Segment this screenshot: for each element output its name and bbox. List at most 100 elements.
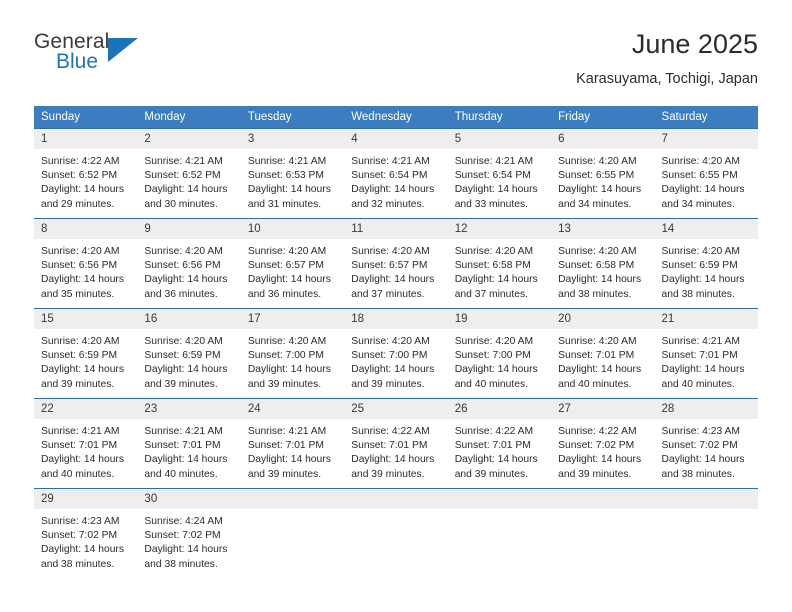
sunset-text: Sunset: 6:55 PM	[558, 170, 635, 182]
sunset-text: Sunset: 6:52 PM	[144, 170, 221, 182]
daylight-text: Daylight: 14 hours and 39 minutes.	[144, 364, 228, 390]
calendar-day-cell[interactable]: 13 Sunrise: 4:20 AM Sunset: 6:58 PM Dayligh…	[551, 218, 655, 309]
sunset-text: Sunset: 7:01 PM	[454, 440, 531, 452]
day-details: Sunrise: 4:21 AM Sunset: 6:54 PM Daylight:…	[448, 149, 551, 212]
daylight-text: Daylight: 14 hours and 37 minutes.	[351, 274, 435, 300]
sunset-text: Sunset: 7:02 PM	[41, 530, 118, 542]
sunrise-text: Sunrise: 4:20 AM	[144, 246, 223, 257]
day-number: 15	[34, 309, 138, 329]
calendar-day-cell[interactable]: 9 Sunrise: 4:20 AM Sunset: 6:56 PM Daylight…	[137, 218, 241, 309]
day-details: Sunrise: 4:20 AM Sunset: 6:59 PM Daylight:…	[655, 239, 758, 302]
day-number: 26	[447, 399, 552, 419]
calendar-empty-cell	[551, 488, 655, 573]
calendar-day-cell[interactable]: 29 Sunrise: 4:23 AM Sunset: 7:02 PM Dayligh…	[34, 488, 138, 573]
sunset-text: Sunset: 7:00 PM	[454, 350, 531, 362]
calendar-day-cell[interactable]: 20 Sunrise: 4:20 AM Sunset: 7:01 PM Dayligh…	[551, 308, 655, 399]
day-details: Sunrise: 4:21 AM Sunset: 6:53 PM Daylight:…	[241, 149, 344, 212]
weekday-header-wednesday: Wednesday	[344, 106, 448, 129]
daylight-text: Daylight: 14 hours and 38 minutes.	[41, 544, 124, 570]
day-details: Sunrise: 4:20 AM Sunset: 6:57 PM Daylight:…	[241, 239, 344, 302]
daylight-text: Daylight: 14 hours and 36 minutes.	[247, 274, 331, 300]
calendar-day-cell[interactable]: 15 Sunrise: 4:20 AM Sunset: 6:59 PM Dayligh…	[34, 308, 138, 399]
sunrise-text: Sunrise: 4:21 AM	[351, 156, 430, 167]
sunset-text: Sunset: 6:58 PM	[558, 260, 635, 272]
day-number: 23	[137, 399, 241, 419]
day-details: Sunrise: 4:20 AM Sunset: 7:00 PM Daylight:…	[448, 329, 551, 392]
sunrise-text: Sunrise: 4:22 AM	[558, 426, 637, 437]
logo-text-blue: Blue	[56, 50, 99, 73]
calendar-day-cell[interactable]: 16 Sunrise: 4:20 AM Sunset: 6:59 PM Dayligh…	[137, 308, 241, 399]
day-number: 14	[654, 219, 758, 239]
day-details: Sunrise: 4:20 AM Sunset: 7:00 PM Daylight:…	[344, 329, 447, 392]
sunrise-text: Sunrise: 4:24 AM	[144, 516, 223, 527]
daylight-text: Daylight: 14 hours and 30 minutes.	[144, 184, 228, 210]
daylight-text: Daylight: 14 hours and 40 minutes.	[558, 364, 642, 390]
day-details: Sunrise: 4:20 AM Sunset: 7:01 PM Daylight:…	[551, 329, 654, 392]
calendar-day-cell[interactable]: 11 Sunrise: 4:20 AM Sunset: 6:57 PM Dayligh…	[344, 218, 448, 309]
sunrise-sunset-calendar: Sunday Monday Tuesday Wednesday Thursday…	[34, 106, 758, 573]
weekday-header-saturday: Saturday	[654, 106, 758, 129]
sunrise-text: Sunrise: 4:20 AM	[247, 336, 327, 347]
calendar-day-cell[interactable]: 25 Sunrise: 4:22 AM Sunset: 7:01 PM Dayligh…	[344, 398, 448, 489]
day-number: 6	[551, 129, 655, 149]
day-number: 17	[240, 309, 345, 329]
calendar-day-cell[interactable]: 8 Sunrise: 4:20 AM Sunset: 6:56 PM Daylight…	[34, 218, 138, 309]
sunrise-text: Sunrise: 4:20 AM	[41, 336, 120, 347]
sunset-text: Sunset: 7:02 PM	[661, 440, 738, 452]
sunset-text: Sunset: 6:56 PM	[41, 260, 118, 272]
day-details: Sunrise: 4:21 AM Sunset: 7:01 PM Daylight:…	[655, 329, 758, 392]
daylight-text: Daylight: 14 hours and 39 minutes.	[247, 364, 331, 390]
day-number: 27	[551, 399, 655, 419]
calendar-day-cell[interactable]: 4 Sunrise: 4:21 AM Sunset: 6:54 PM Daylight…	[344, 128, 448, 219]
calendar-day-cell[interactable]: 6 Sunrise: 4:20 AM Sunset: 6:55 PM Daylight…	[551, 128, 655, 219]
sunrise-text: Sunrise: 4:20 AM	[558, 246, 637, 257]
calendar-day-cell[interactable]: 28 Sunrise: 4:23 AM Sunset: 7:02 PM Dayligh…	[654, 398, 758, 489]
calendar-day-cell[interactable]: 26 Sunrise: 4:22 AM Sunset: 7:01 PM Dayligh…	[447, 398, 552, 489]
calendar-day-cell[interactable]: 22 Sunrise: 4:21 AM Sunset: 7:01 PM Dayligh…	[34, 398, 138, 489]
sunset-text: Sunset: 6:59 PM	[661, 260, 738, 272]
day-number: 19	[447, 309, 552, 329]
calendar-day-cell[interactable]: 24 Sunrise: 4:21 AM Sunset: 7:01 PM Dayligh…	[240, 398, 345, 489]
day-number	[344, 489, 448, 509]
sunset-text: Sunset: 7:01 PM	[558, 350, 635, 362]
day-details: Sunrise: 4:21 AM Sunset: 7:01 PM Daylight:…	[241, 419, 344, 482]
day-number: 30	[137, 489, 241, 509]
calendar-day-cell[interactable]: 10 Sunrise: 4:20 AM Sunset: 6:57 PM Dayligh…	[240, 218, 345, 309]
day-details: Sunrise: 4:22 AM Sunset: 6:52 PM Daylight:…	[34, 149, 137, 212]
calendar-day-cell[interactable]: 30 Sunrise: 4:24 AM Sunset: 7:02 PM Dayligh…	[137, 488, 241, 573]
calendar-day-cell[interactable]: 19 Sunrise: 4:20 AM Sunset: 7:00 PM Dayligh…	[447, 308, 552, 399]
calendar-day-cell[interactable]: 7 Sunrise: 4:20 AM Sunset: 6:55 PM Daylight…	[654, 128, 758, 219]
day-number: 1	[34, 129, 138, 149]
daylight-text: Daylight: 14 hours and 35 minutes.	[41, 274, 124, 300]
calendar-day-cell[interactable]: 17 Sunrise: 4:20 AM Sunset: 7:00 PM Dayligh…	[240, 308, 345, 399]
calendar-day-cell[interactable]: 2 Sunrise: 4:21 AM Sunset: 6:52 PM Daylight…	[137, 128, 241, 219]
daylight-text: Daylight: 14 hours and 39 minutes.	[351, 364, 435, 390]
sunset-text: Sunset: 6:58 PM	[454, 260, 531, 272]
day-number: 18	[344, 309, 448, 329]
day-details: Sunrise: 4:22 AM Sunset: 7:01 PM Daylight:…	[344, 419, 447, 482]
sunrise-text: Sunrise: 4:20 AM	[558, 336, 637, 347]
sunset-text: Sunset: 6:55 PM	[661, 170, 738, 182]
daylight-text: Daylight: 14 hours and 34 minutes.	[558, 184, 642, 210]
calendar-day-cell[interactable]: 27 Sunrise: 4:22 AM Sunset: 7:02 PM Dayligh…	[551, 398, 655, 489]
sunrise-text: Sunrise: 4:21 AM	[144, 156, 223, 167]
calendar-day-cell[interactable]: 3 Sunrise: 4:21 AM Sunset: 6:53 PM Daylight…	[240, 128, 345, 219]
generalblue-logo[interactable]: General Blue	[34, 30, 154, 82]
calendar-day-cell[interactable]: 23 Sunrise: 4:21 AM Sunset: 7:01 PM Dayligh…	[137, 398, 241, 489]
day-number: 9	[137, 219, 241, 239]
day-number	[654, 489, 758, 509]
day-number	[447, 489, 552, 509]
calendar-day-cell[interactable]: 5 Sunrise: 4:21 AM Sunset: 6:54 PM Daylight…	[447, 128, 552, 219]
calendar-day-cell[interactable]: 18 Sunrise: 4:20 AM Sunset: 7:00 PM Dayligh…	[344, 308, 448, 399]
day-number	[240, 489, 345, 509]
day-number: 10	[240, 219, 345, 239]
sunset-text: Sunset: 7:00 PM	[247, 350, 324, 362]
day-number: 11	[344, 219, 448, 239]
calendar-day-cell[interactable]: 21 Sunrise: 4:21 AM Sunset: 7:01 PM Dayligh…	[654, 308, 758, 399]
day-details: Sunrise: 4:23 AM Sunset: 7:02 PM Daylight:…	[655, 419, 758, 482]
sunset-text: Sunset: 7:02 PM	[558, 440, 635, 452]
calendar-day-cell[interactable]: 12 Sunrise: 4:20 AM Sunset: 6:58 PM Dayligh…	[447, 218, 552, 309]
calendar-day-cell[interactable]: 14 Sunrise: 4:20 AM Sunset: 6:59 PM Dayligh…	[654, 218, 758, 309]
calendar-day-cell[interactable]: 1 Sunrise: 4:22 AM Sunset: 6:52 PM Daylight…	[34, 128, 138, 219]
daylight-text: Daylight: 14 hours and 37 minutes.	[454, 274, 538, 300]
